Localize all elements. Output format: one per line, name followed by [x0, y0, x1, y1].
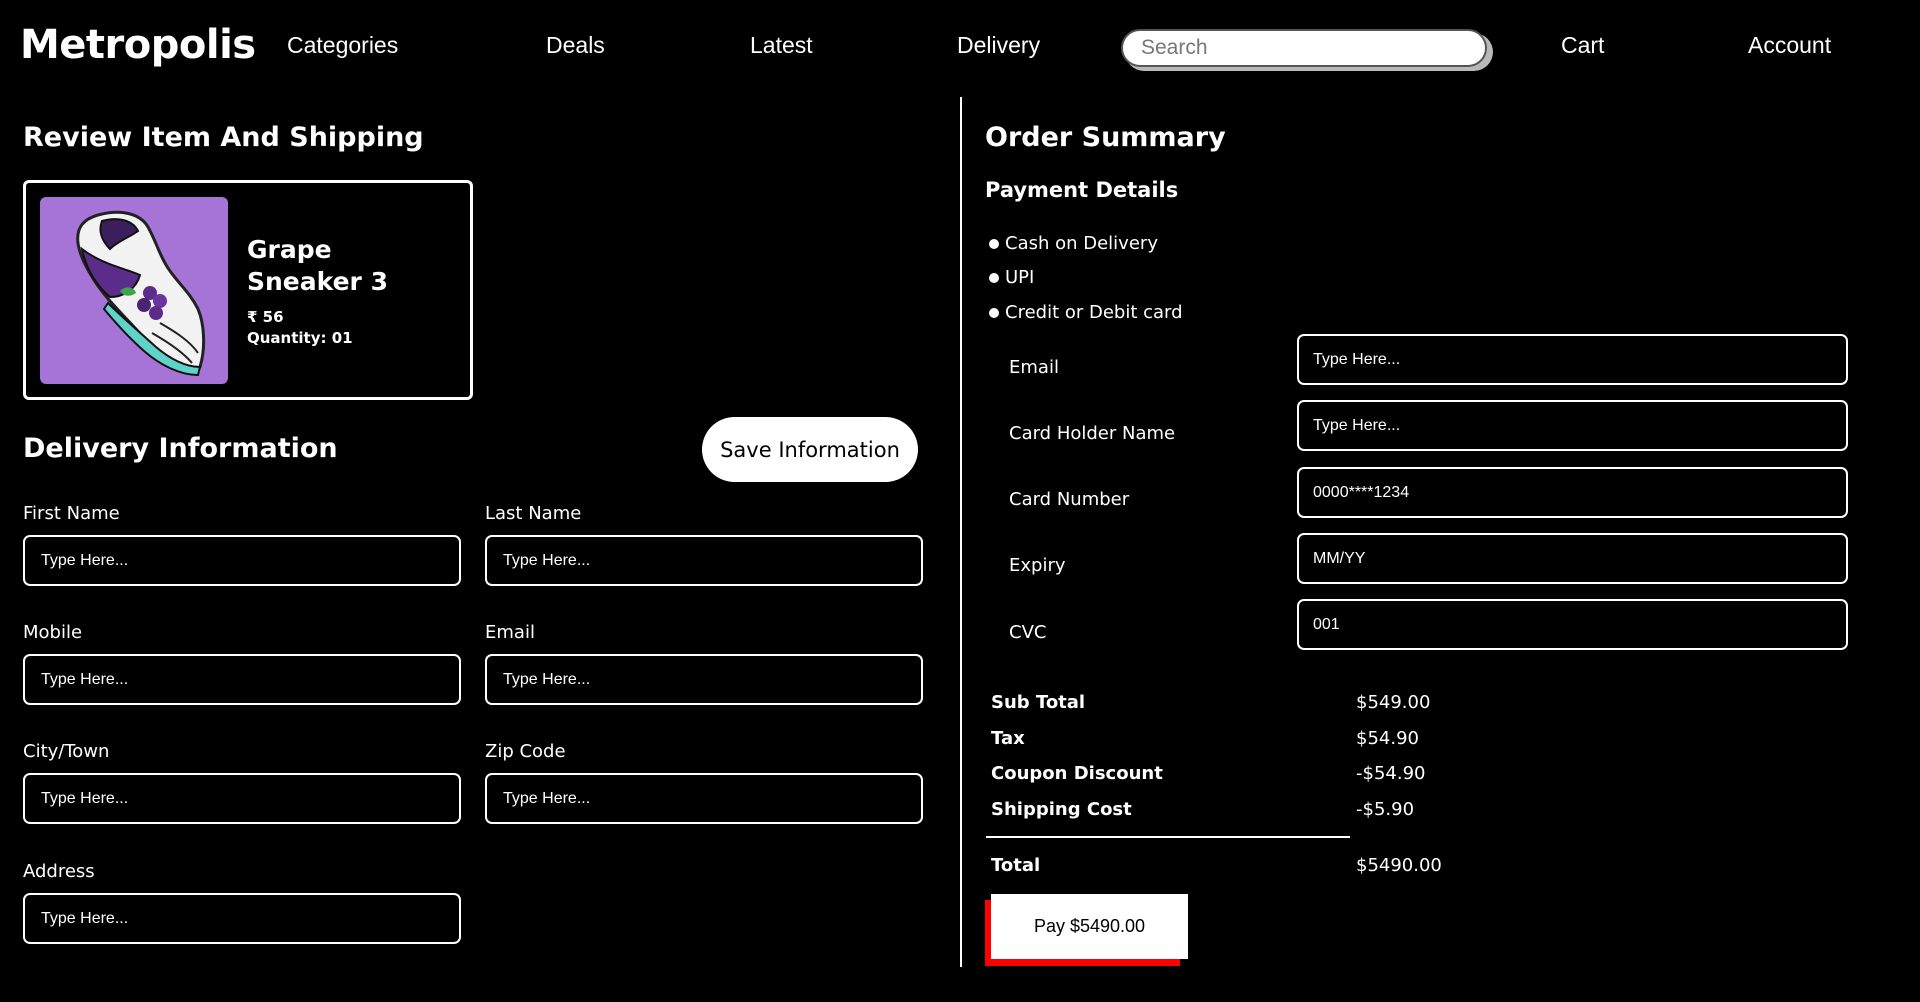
search-box [1121, 29, 1493, 71]
nav-account[interactable]: Account [1748, 32, 1831, 59]
card-email-label: Email [1009, 357, 1059, 378]
mobile-input[interactable] [23, 654, 461, 705]
address-label: Address [23, 861, 95, 882]
product-quantity: Quantity: 01 [247, 329, 353, 347]
mobile-label: Mobile [23, 622, 83, 643]
coupon-label: Coupon Discount [991, 763, 1163, 784]
expiry-input[interactable] [1297, 533, 1848, 584]
tax-label: Tax [991, 728, 1025, 749]
shipping-label: Shipping Cost [991, 799, 1132, 820]
nav-deals[interactable]: Deals [546, 32, 605, 59]
radio-dot-icon [989, 238, 999, 249]
email-label: Email [485, 622, 535, 643]
card-number-input[interactable] [1297, 467, 1848, 518]
sneaker-icon [76, 210, 206, 377]
subtotal-label: Sub Total [991, 692, 1086, 713]
payment-details-title: Payment Details [985, 178, 1179, 202]
payment-option-upi[interactable]: UPI [989, 267, 1034, 288]
address-input[interactable] [23, 893, 461, 944]
column-divider [960, 97, 962, 967]
cvc-label: CVC [1009, 622, 1047, 643]
payment-option-card[interactable]: Credit or Debit card [989, 302, 1183, 323]
payment-option-label: Cash on Delivery [1005, 233, 1158, 254]
save-information-button[interactable]: Save Information [702, 417, 918, 482]
city-input[interactable] [23, 773, 461, 824]
city-label: City/Town [23, 741, 110, 762]
card-number-label: Card Number [1009, 489, 1130, 510]
subtotal-value: $549.00 [1356, 692, 1431, 713]
card-holder-input[interactable] [1297, 400, 1848, 451]
last-name-label: Last Name [485, 503, 582, 524]
nav-latest[interactable]: Latest [750, 32, 813, 59]
radio-dot-icon [989, 307, 999, 318]
delivery-title: Delivery Information [23, 433, 338, 464]
review-title: Review Item And Shipping [23, 122, 424, 153]
summary-divider [986, 836, 1350, 838]
expiry-label: Expiry [1009, 555, 1066, 576]
zip-code-label: Zip Code [485, 741, 566, 762]
tax-value: $54.90 [1356, 728, 1419, 749]
cvc-input[interactable] [1297, 599, 1848, 650]
card-holder-label: Card Holder Name [1009, 423, 1176, 444]
coupon-value: -$54.90 [1356, 763, 1426, 784]
payment-option-cod[interactable]: Cash on Delivery [989, 233, 1158, 254]
zip-code-input[interactable] [485, 773, 923, 824]
email-input[interactable] [485, 654, 923, 705]
product-price: ₹ 56 [247, 308, 284, 326]
nav-categories[interactable]: Categories [287, 32, 398, 59]
pay-button[interactable]: Pay $5490.00 [991, 894, 1188, 959]
shipping-value: -$5.90 [1356, 799, 1415, 820]
radio-dot-icon [989, 272, 999, 283]
product-name: Grape Sneaker 3 [247, 235, 388, 296]
product-image [40, 197, 228, 384]
last-name-input[interactable] [485, 535, 923, 586]
nav-delivery[interactable]: Delivery [957, 32, 1040, 59]
first-name-input[interactable] [23, 535, 461, 586]
total-value: $5490.00 [1356, 855, 1442, 876]
site-logo[interactable]: Metropolis [20, 22, 256, 68]
order-summary-title: Order Summary [985, 122, 1226, 153]
card-email-input[interactable] [1297, 334, 1848, 385]
search-input[interactable] [1121, 29, 1487, 67]
total-label: Total [991, 855, 1041, 876]
payment-option-label: Credit or Debit card [1005, 302, 1183, 323]
payment-option-label: UPI [1005, 267, 1035, 288]
first-name-label: First Name [23, 503, 120, 524]
nav-cart[interactable]: Cart [1561, 32, 1604, 59]
